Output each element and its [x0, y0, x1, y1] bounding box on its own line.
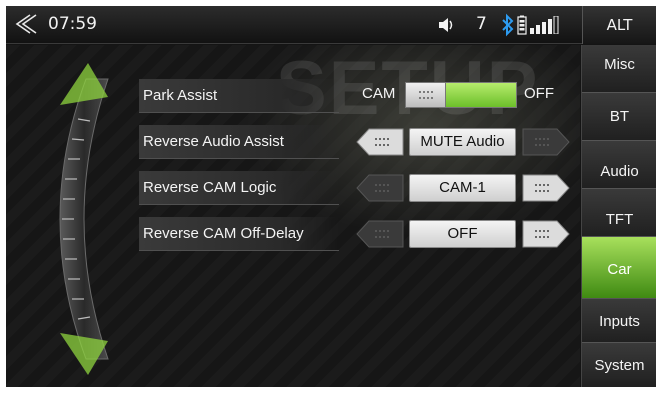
status-bar: 07:59 7 ALT — [6, 6, 656, 44]
menu-item-audio[interactable]: Audio — [582, 141, 656, 189]
reverse-cam-logic-prev-button[interactable] — [355, 174, 405, 202]
reverse-audio-value: MUTE Audio — [409, 128, 516, 156]
menu-item-inputs[interactable]: Inputs — [582, 299, 656, 343]
row-label-park-assist: Park Assist — [139, 79, 339, 113]
reverse-cam-off-delay-prev-button[interactable] — [355, 220, 405, 248]
alt-button[interactable]: ALT — [582, 6, 656, 44]
menu-item-misc[interactable]: Misc — [582, 45, 656, 93]
row-label-reverse-cam-off-delay: Reverse CAM Off-Delay — [139, 217, 339, 251]
setup-category-menu: Misc BT Audio TFT Car Inputs System — [581, 45, 656, 387]
back-icon[interactable] — [12, 12, 38, 36]
head-unit-screen: 07:59 7 ALT SETUP — [6, 6, 656, 387]
reverse-cam-off-delay-value: OFF — [409, 220, 516, 248]
toggle-option-cam[interactable]: CAM — [362, 85, 395, 102]
menu-item-bt[interactable]: BT — [582, 93, 656, 141]
toggle-fill — [446, 83, 516, 107]
reverse-audio-next-button[interactable] — [521, 128, 571, 156]
setup-panel: SETUP — [6, 45, 580, 387]
volume-level: 7 — [476, 14, 487, 34]
reverse-audio-prev-button[interactable] — [355, 128, 405, 156]
menu-item-tft[interactable]: TFT — [582, 189, 656, 237]
reverse-cam-logic-next-button[interactable] — [521, 174, 571, 202]
clock: 07:59 — [48, 14, 97, 34]
signal-strength-icon — [530, 16, 559, 34]
scroll-arc[interactable] — [16, 59, 126, 379]
phone-battery-icon — [517, 15, 527, 35]
volume-icon — [439, 18, 453, 32]
grip-icon — [419, 91, 433, 99]
toggle-knob[interactable] — [406, 83, 446, 107]
row-label-reverse-cam-logic: Reverse CAM Logic — [139, 171, 339, 205]
park-assist-toggle[interactable] — [405, 82, 517, 108]
bluetooth-icon — [502, 13, 514, 37]
reverse-cam-off-delay-next-button[interactable] — [521, 220, 571, 248]
reverse-cam-logic-value: CAM-1 — [409, 174, 516, 202]
toggle-option-off[interactable]: OFF — [524, 85, 554, 102]
menu-item-car[interactable]: Car — [582, 237, 656, 299]
menu-item-system[interactable]: System — [582, 343, 656, 387]
row-label-reverse-audio-assist: Reverse Audio Assist — [139, 125, 339, 159]
